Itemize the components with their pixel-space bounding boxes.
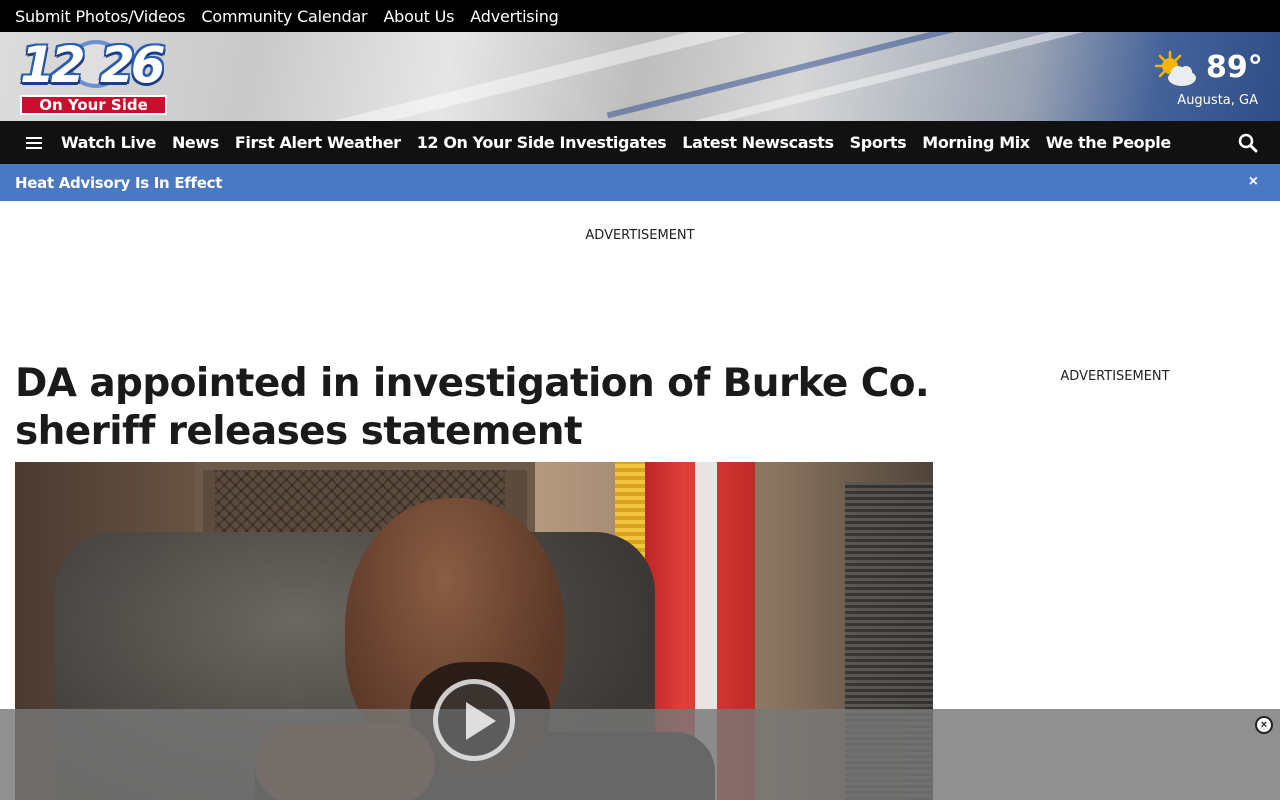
nav-item-latest-newscasts[interactable]: Latest Newscasts xyxy=(682,133,834,152)
sticky-close-icon[interactable]: × xyxy=(1255,716,1273,734)
alert-close-icon[interactable]: × xyxy=(1249,174,1258,190)
logo-tagline: On Your Side xyxy=(20,95,167,115)
sticky-video-bar xyxy=(0,709,1280,800)
nav-item-sports[interactable]: Sports xyxy=(850,133,907,152)
nav-item-investigates[interactable]: 12 On Your Side Investigates xyxy=(417,133,667,152)
nav-item-watch-live[interactable]: Watch Live xyxy=(61,133,156,152)
weather-widget[interactable]: 89° Augusta, GA xyxy=(1152,46,1263,108)
nav-item-morning-mix[interactable]: Morning Mix xyxy=(922,133,1030,152)
utility-link-about-us[interactable]: About Us xyxy=(383,7,454,26)
nav-item-we-the-people[interactable]: We the People xyxy=(1046,133,1172,152)
advertisement-label-top: ADVERTISEMENT xyxy=(585,228,695,243)
weather-temperature: 89° xyxy=(1206,50,1263,85)
utility-link-advertising[interactable]: Advertising xyxy=(470,7,559,26)
logo-number-right: 26 xyxy=(100,36,166,94)
main-nav: Watch Live News First Alert Weather 12 O… xyxy=(0,121,1280,164)
weather-alert-bar[interactable]: Heat Advisory Is In Effect × xyxy=(0,164,1280,201)
masthead: 12 26 On Your Side 89° Augusta, GA xyxy=(0,32,1280,121)
logo-number-left: 12 xyxy=(20,36,86,94)
utility-link-community-calendar[interactable]: Community Calendar xyxy=(201,7,367,26)
search-icon[interactable] xyxy=(1238,133,1258,153)
utility-link-submit-photos[interactable]: Submit Photos/Videos xyxy=(15,7,186,26)
partly-sunny-icon xyxy=(1154,50,1196,86)
article-headline: DA appointed in investigation of Burke C… xyxy=(15,361,930,454)
site-logo[interactable]: 12 26 On Your Side xyxy=(16,36,172,116)
hamburger-menu-icon[interactable] xyxy=(26,136,42,149)
advertisement-label-side: ADVERTISEMENT xyxy=(1060,369,1170,384)
logo-numerals: 12 26 xyxy=(16,36,172,94)
play-icon[interactable] xyxy=(433,679,515,761)
alert-text[interactable]: Heat Advisory Is In Effect xyxy=(15,174,222,192)
nav-item-first-alert-weather[interactable]: First Alert Weather xyxy=(235,133,401,152)
nav-item-news[interactable]: News xyxy=(172,133,219,152)
utility-nav: Submit Photos/Videos Community Calendar … xyxy=(0,0,1280,32)
weather-location: Augusta, GA xyxy=(1177,93,1258,108)
